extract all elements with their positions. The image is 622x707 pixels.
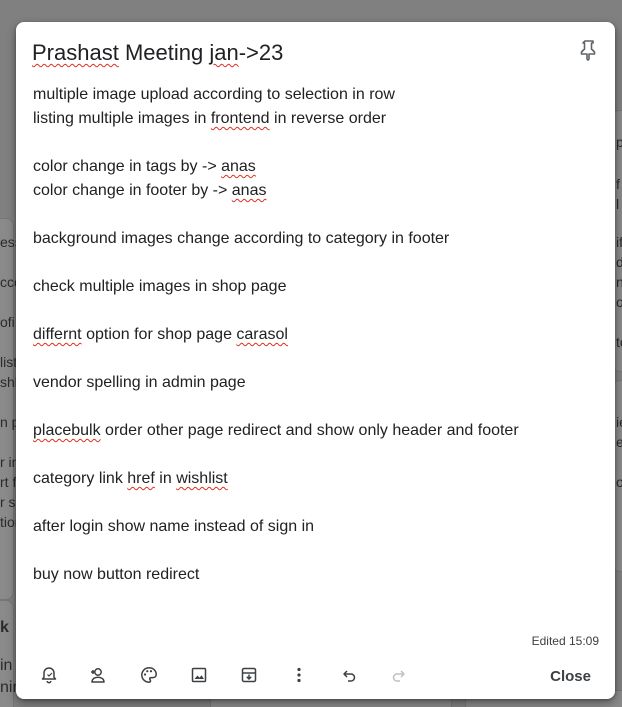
- misspelled-word: anas: [221, 158, 256, 175]
- misspelled-word: frontend: [210, 110, 270, 127]
- line-text: in: [154, 470, 177, 487]
- misspelled-word: jan: [209, 40, 239, 65]
- note-line: [33, 539, 593, 563]
- title-text: Meeting: [118, 40, 210, 65]
- note-editor-dialog: Prashast Meeting jan->23 multiple image …: [16, 22, 615, 699]
- background-fragment: if: [616, 234, 622, 250]
- line-text: color change in footer by ->: [33, 182, 232, 199]
- line-text: background images change according to ca…: [33, 230, 450, 247]
- note-title[interactable]: Prashast Meeting jan->23: [32, 38, 283, 68]
- background-fragment: ie: [616, 414, 622, 430]
- note-line: category link href in wishlist: [33, 467, 593, 491]
- note-line: [33, 443, 593, 467]
- misspelled-word: href: [127, 470, 155, 487]
- collaborator-icon: [89, 666, 109, 689]
- line-text: check multiple images in shop page: [33, 278, 287, 295]
- note-line: placebulk order other page redirect and …: [33, 419, 593, 443]
- line-text: order other page redirect and show only …: [100, 422, 519, 439]
- collaborator-button[interactable]: [74, 661, 124, 693]
- note-line: multiple image upload according to selec…: [33, 83, 593, 107]
- undo-icon: [340, 666, 358, 689]
- background-fragment: f: [616, 176, 620, 192]
- background-fragment: o: [616, 474, 622, 490]
- line-text: buy now button redirect: [33, 566, 200, 583]
- line-text: in reverse order: [269, 110, 387, 127]
- redo-button[interactable]: [374, 661, 424, 693]
- background-fragment: p: [616, 134, 622, 150]
- pin-icon: [579, 39, 599, 66]
- line-text: multiple image upload according to selec…: [33, 86, 395, 103]
- note-line: [33, 131, 593, 155]
- archive-button[interactable]: [224, 661, 274, 693]
- close-button[interactable]: Close: [550, 664, 591, 689]
- line-text: vendor spelling in admin page: [33, 374, 246, 391]
- background-fragment: o: [616, 294, 622, 310]
- note-line: [33, 491, 593, 515]
- background-fragment: n: [616, 274, 622, 290]
- more-icon: [290, 666, 308, 689]
- background-fragment: rt f: [0, 474, 17, 490]
- background-fragment: in: [0, 657, 13, 674]
- note-line: color change in tags by -> anas: [33, 155, 593, 179]
- misspelled-word: wishlist: [176, 470, 228, 487]
- misspelled-word: placebulk: [33, 422, 101, 439]
- background-fragment: k: [0, 619, 9, 636]
- line-text: listing multiple images in: [33, 110, 211, 127]
- note-toolbar: [24, 661, 424, 693]
- title-text: ->23: [238, 40, 284, 65]
- line-text: option for shop page: [81, 326, 237, 343]
- line-text: category link: [33, 470, 128, 487]
- redo-icon: [390, 666, 408, 689]
- background-fragment: to: [616, 334, 622, 350]
- note-line: [33, 203, 593, 227]
- note-line: vendor spelling in admin page: [33, 371, 593, 395]
- palette-icon: [140, 666, 158, 689]
- archive-icon: [240, 666, 258, 689]
- note-line: after login show name instead of sign in: [33, 515, 593, 539]
- note-line: [33, 299, 593, 323]
- pin-note-button[interactable]: [577, 38, 601, 66]
- note-body[interactable]: multiple image upload according to selec…: [33, 83, 593, 587]
- background-fragment: l: [616, 196, 620, 212]
- background-fragment: list: [0, 354, 18, 370]
- edited-timestamp: Edited 15:09: [531, 634, 599, 648]
- image-icon: [190, 666, 208, 689]
- note-line: [33, 395, 593, 419]
- background-options-button[interactable]: [124, 661, 174, 693]
- note-line: [33, 251, 593, 275]
- remind-me-button[interactable]: [24, 661, 74, 693]
- misspelled-word: carasol: [236, 326, 288, 343]
- note-line: differnt option for shop page carasol: [33, 323, 593, 347]
- misspelled-word: Prashast: [32, 40, 119, 65]
- undo-button[interactable]: [324, 661, 374, 693]
- note-line: [33, 347, 593, 371]
- note-line: background images change according to ca…: [33, 227, 593, 251]
- add-image-button[interactable]: [174, 661, 224, 693]
- background-fragment: de: [616, 254, 622, 270]
- more-options-button[interactable]: [274, 661, 324, 693]
- line-text: after login show name instead of sign in: [33, 518, 315, 535]
- misspelled-word: anas: [231, 182, 267, 199]
- line-text: color change in tags by ->: [33, 158, 222, 175]
- misspelled-word: differnt: [33, 326, 82, 343]
- background-fragment: er: [616, 434, 622, 450]
- note-line: color change in footer by -> anas: [33, 179, 593, 203]
- remind-me-icon: [40, 666, 58, 689]
- background-fragment: ofi: [0, 314, 15, 330]
- note-line: buy now button redirect: [33, 563, 593, 587]
- note-line: check multiple images in shop page: [33, 275, 593, 299]
- note-line: listing multiple images in frontend in r…: [33, 107, 593, 131]
